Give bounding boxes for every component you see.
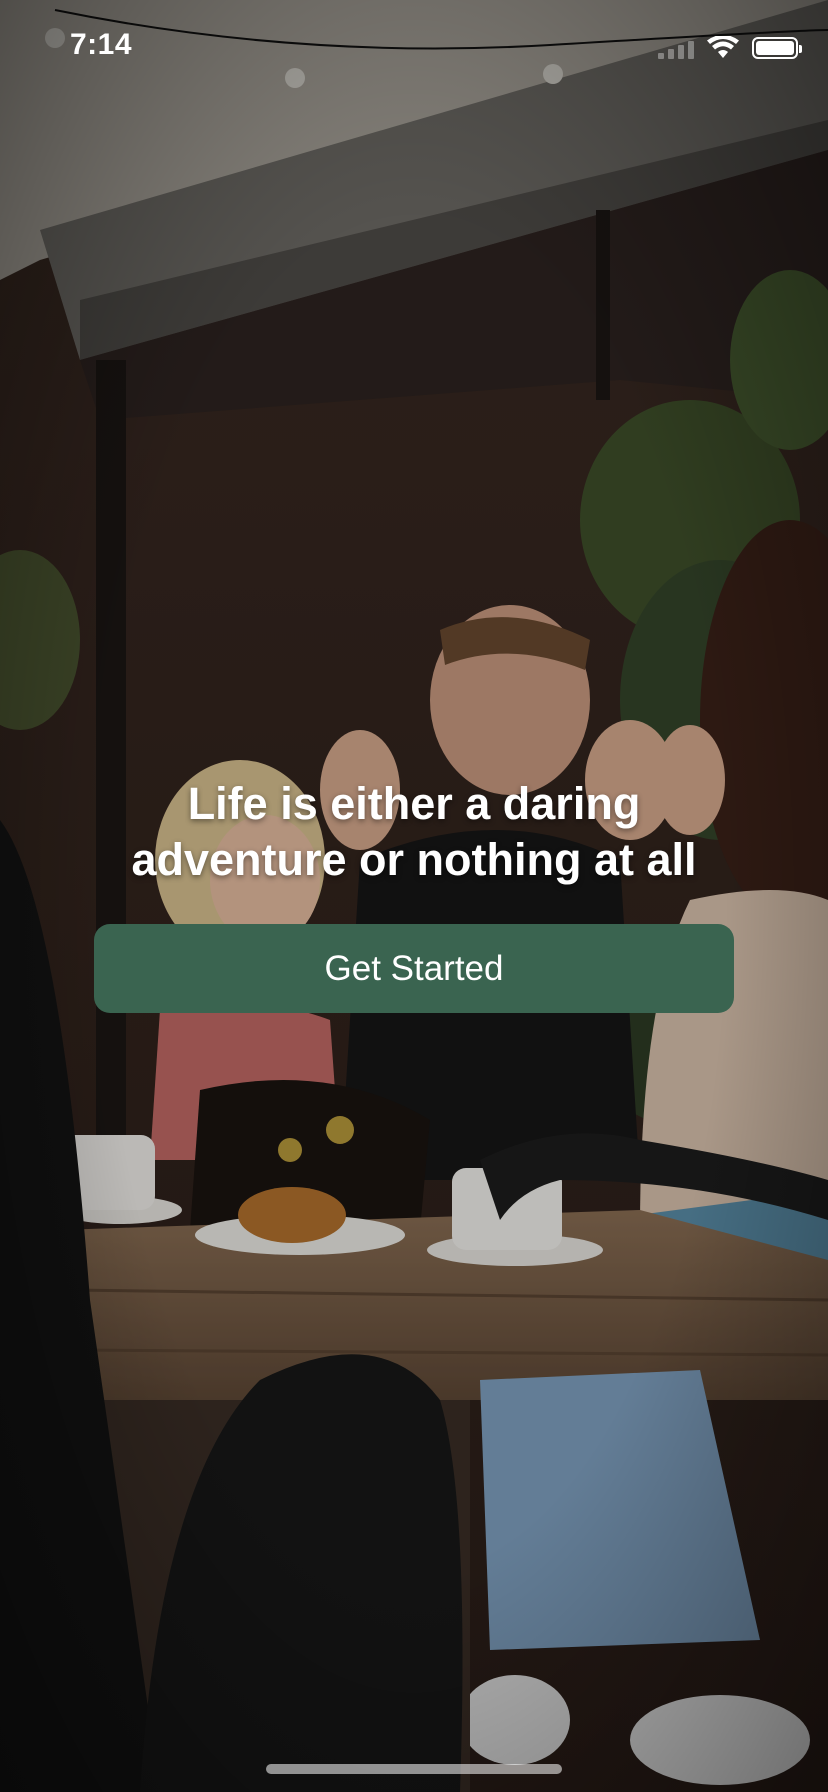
- status-bar: 7:14: [0, 0, 828, 100]
- hero-section: Life is either a daring adventure or not…: [94, 776, 734, 1013]
- cellular-signal-icon: [658, 37, 694, 59]
- wifi-icon: [707, 36, 739, 58]
- battery-fill: [756, 41, 794, 55]
- home-indicator[interactable]: [266, 1764, 562, 1774]
- battery-icon: [752, 37, 802, 59]
- get-started-button[interactable]: Get Started: [94, 924, 734, 1013]
- headline-quote: Life is either a daring adventure or not…: [131, 778, 697, 885]
- status-time: 7:14: [70, 28, 133, 61]
- status-icons: [658, 36, 802, 60]
- welcome-screen: 7:14 Life is either a daring adventure o…: [0, 0, 828, 1792]
